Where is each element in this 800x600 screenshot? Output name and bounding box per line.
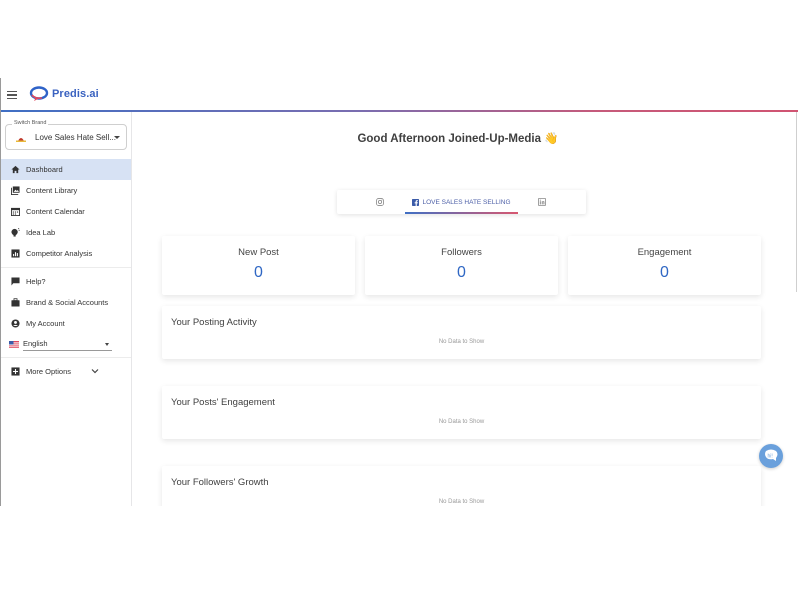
stat-value: 0 <box>660 264 669 281</box>
sidebar-item-label: More Options <box>26 367 72 376</box>
switch-brand-label: Switch Brand <box>12 120 49 126</box>
us-flag-icon <box>9 340 19 348</box>
vertical-scrollbar[interactable] <box>796 112 797 292</box>
sidebar-item-label: Content Library <box>26 186 78 195</box>
language-select[interactable]: English <box>23 337 112 351</box>
tab-facebook-love-sales-hate-selling[interactable]: LOVE SALES HATE SELLING <box>405 190 518 214</box>
sidebar-nav: Dashboard Content Library Content Calend… <box>1 159 131 382</box>
sidebar-item-label: Competitor Analysis <box>26 249 93 258</box>
selected-brand-name: Love Sales Hate Sell... <box>35 133 116 142</box>
hamburger-menu-icon[interactable] <box>7 91 17 100</box>
sidebar-divider <box>1 357 131 358</box>
plus-box-icon <box>10 367 20 377</box>
stat-card-followers: Followers 0 <box>365 236 558 295</box>
stat-label: New Post <box>238 247 279 258</box>
stat-value: 0 <box>457 264 466 281</box>
empty-state-text: No Data to Show <box>438 499 485 505</box>
chevron-down-icon <box>114 136 120 139</box>
stat-card-engagement: Engagement 0 <box>568 236 761 295</box>
empty-state-text: No Data to Show <box>438 419 485 425</box>
sidebar-item-label: Dashboard <box>26 165 63 174</box>
tab-label: LOVE SALES HATE SELLING <box>422 198 511 206</box>
social-account-tabs: LOVE SALES HATE SELLING <box>337 190 586 214</box>
svg-text:hi!: hi! <box>768 454 773 460</box>
sidebar-item-label: Brand & Social Accounts <box>26 298 109 307</box>
chat-bot-icon: hi! <box>765 449 778 461</box>
stat-value: 0 <box>254 264 263 281</box>
sidebar-item-brand-social-accounts[interactable]: Brand & Social Accounts <box>1 292 131 313</box>
account-circle-icon <box>10 319 20 329</box>
sidebar-item-more-options[interactable]: More Options <box>1 361 131 382</box>
app-viewport: Predis.ai Switch Brand Love Sales Hate S… <box>0 78 800 506</box>
linkedin-icon <box>538 198 546 206</box>
chevron-down-icon <box>91 367 99 376</box>
sidebar-item-label: Content Calendar <box>26 207 85 216</box>
chat-support-button[interactable]: hi! <box>759 444 783 468</box>
sidebar-item-content-calendar[interactable]: Content Calendar <box>1 201 131 222</box>
facebook-icon <box>412 198 420 206</box>
sidebar-item-idea-lab[interactable]: Idea Lab <box>1 222 131 243</box>
panel-title: Your Followers' Growth <box>171 477 269 488</box>
tab-instagram[interactable] <box>365 190 395 214</box>
sidebar-item-label: Idea Lab <box>26 228 56 237</box>
sidebar-item-content-library[interactable]: Content Library <box>1 180 131 201</box>
sidebar-item-label: Help? <box>26 277 46 286</box>
logo-text: Predis.ai <box>52 88 99 100</box>
brand-avatar-icon <box>16 138 26 142</box>
page-greeting: Good Afternoon Joined-Up-Media 👋 <box>357 133 559 145</box>
sidebar: Switch Brand Love Sales Hate Sell... Das… <box>1 112 132 506</box>
panel-title: Your Posting Activity <box>171 317 257 328</box>
predis-logo[interactable]: Predis.ai <box>29 86 99 102</box>
panel-title: Your Posts' Engagement <box>171 397 275 408</box>
sidebar-item-competitor-analysis[interactable]: Competitor Analysis <box>1 243 131 264</box>
switch-brand-select[interactable]: Switch Brand Love Sales Hate Sell... <box>5 120 127 150</box>
sidebar-divider <box>1 267 131 268</box>
lightbulb-icon <box>10 228 20 238</box>
panel-posts-engagement: Your Posts' Engagement No Data to Show <box>162 386 761 439</box>
sidebar-item-help[interactable]: Help? <box>1 271 131 292</box>
language-selector[interactable]: English <box>1 334 131 354</box>
image-library-icon <box>10 186 20 196</box>
briefcase-icon <box>10 298 20 308</box>
sidebar-item-label: My Account <box>26 319 65 328</box>
calendar-icon <box>10 207 20 217</box>
empty-state-text: No Data to Show <box>438 339 485 345</box>
sidebar-item-my-account[interactable]: My Account <box>1 313 131 334</box>
sidebar-item-dashboard[interactable]: Dashboard <box>1 159 131 180</box>
panel-posting-activity: Your Posting Activity No Data to Show <box>162 306 761 359</box>
panel-followers-growth: Your Followers' Growth No Data to Show <box>162 466 761 506</box>
bar-chart-icon <box>10 249 20 259</box>
selected-language: English <box>23 339 48 348</box>
top-bar: Predis.ai <box>1 78 798 112</box>
stat-label: Followers <box>441 247 482 258</box>
instagram-icon <box>376 198 384 206</box>
tab-linkedin[interactable] <box>527 190 557 214</box>
logo-mark-icon <box>29 86 49 101</box>
home-icon <box>10 165 20 175</box>
main-content: Good Afternoon Joined-Up-Media 👋 LOVE SA… <box>132 112 798 506</box>
chat-bubble-icon <box>10 277 20 287</box>
stat-card-new-post: New Post 0 <box>162 236 355 295</box>
chevron-down-icon <box>105 343 109 346</box>
stat-label: Engagement <box>637 247 692 258</box>
